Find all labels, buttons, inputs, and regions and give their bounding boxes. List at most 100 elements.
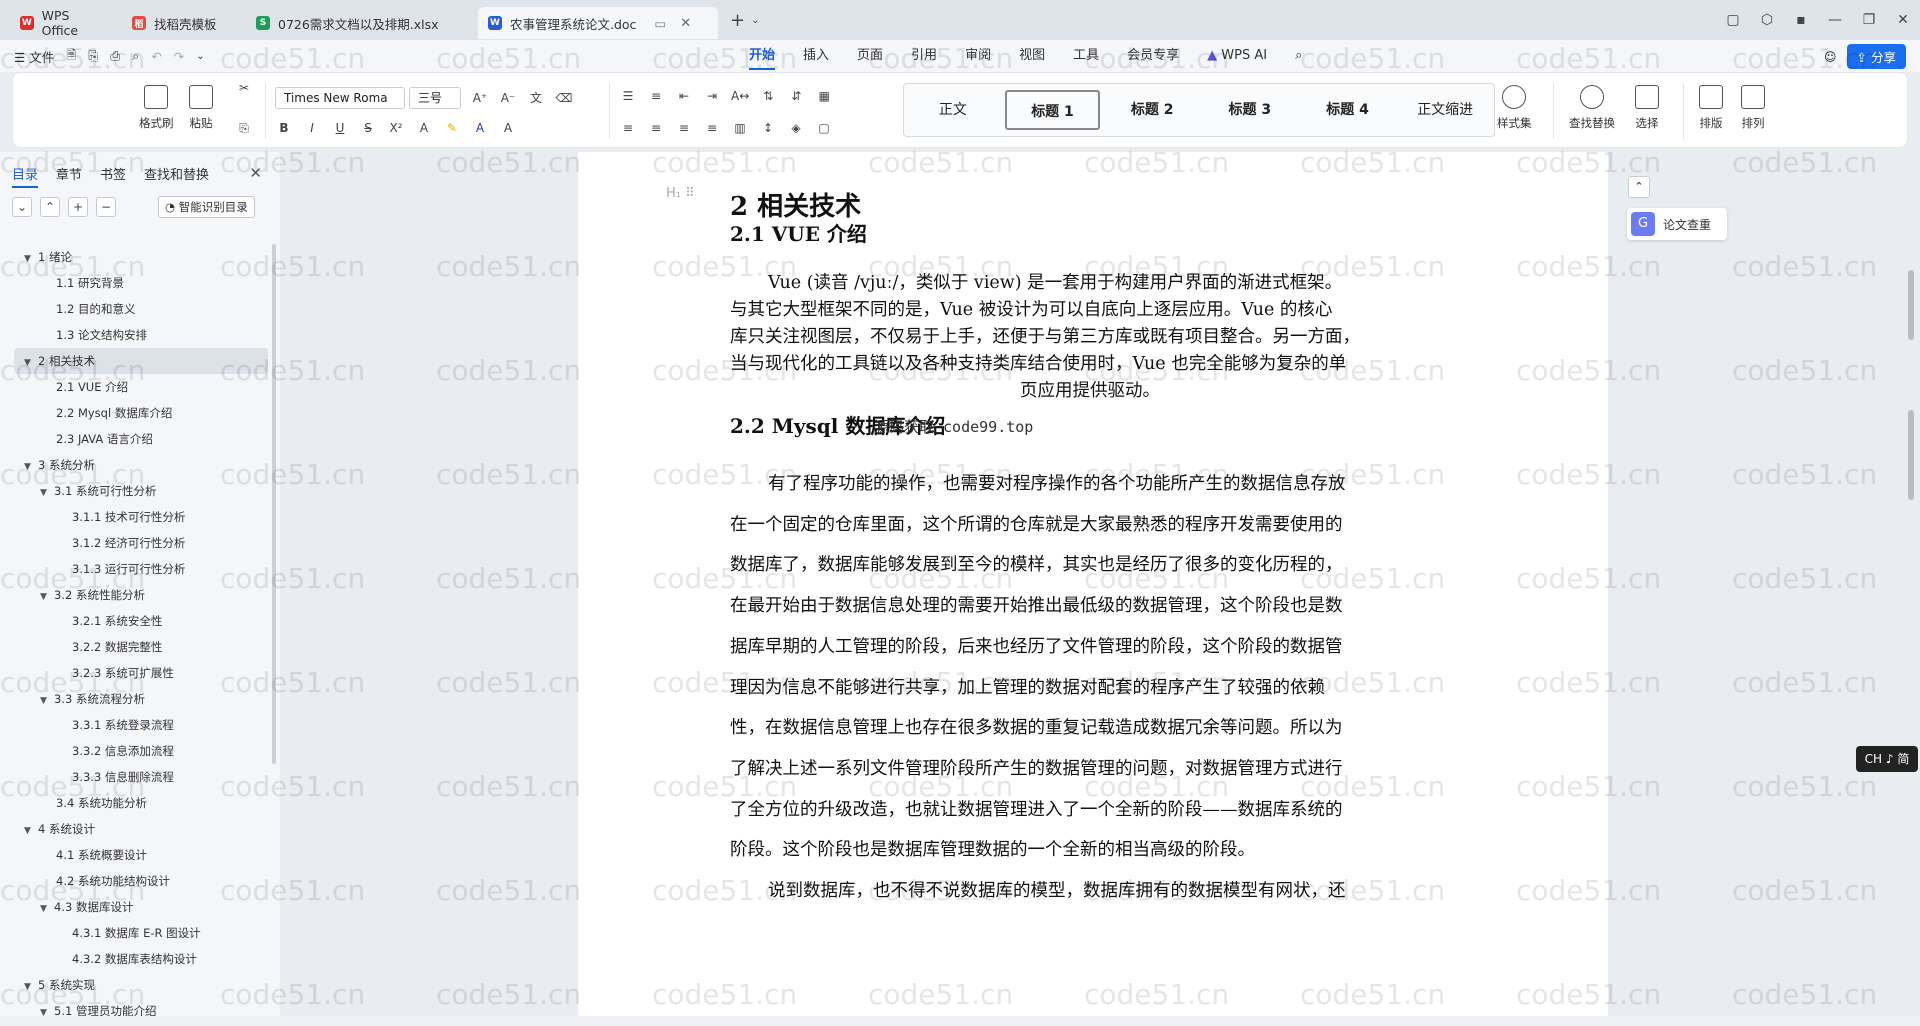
style-heading-4[interactable]: 标题 4 xyxy=(1302,90,1394,130)
save-icon[interactable]: 🗎 xyxy=(66,46,76,67)
border-icon[interactable]: ▢ xyxy=(815,121,833,135)
tab-review[interactable]: 审阅 xyxy=(951,40,1005,72)
shading-icon[interactable]: ◈ xyxy=(787,121,805,135)
toc-item[interactable]: 3.2.2 数据完整性 xyxy=(0,634,272,660)
toc-item[interactable]: ▼ 3 系统分析 xyxy=(0,452,272,478)
highlight-icon[interactable]: ✎ xyxy=(443,121,461,135)
style-body-indent[interactable]: 正文缩进 xyxy=(1399,90,1491,130)
char-scale-icon[interactable]: A↔ xyxy=(731,89,749,103)
sort-icon[interactable]: ⇅ xyxy=(759,89,777,103)
toc-item[interactable]: 4.1 系统概要设计 xyxy=(0,842,272,868)
tab-doc-active[interactable]: W 农事管理系统论文.doc ▭ ✕ xyxy=(478,7,718,39)
distributed-icon[interactable]: ▥ xyxy=(731,121,749,135)
copy-icon[interactable]: ⎘ xyxy=(235,121,253,136)
font-grow-icon[interactable]: A⁺ xyxy=(471,91,489,105)
find-replace-button[interactable]: 查找替换 xyxy=(1569,73,1615,131)
format-painter-button[interactable]: 格式刷 xyxy=(139,73,174,131)
export-icon[interactable]: ⎘ xyxy=(88,48,98,64)
toc-item[interactable]: 3.2.1 系统安全性 xyxy=(0,608,272,634)
undo-icon[interactable]: ↶ xyxy=(151,49,161,64)
close-window-icon[interactable]: ✕ xyxy=(1886,12,1920,28)
tab-xlsx[interactable]: S 0726需求文档以及排期.xlsx xyxy=(246,7,474,39)
toc-item[interactable]: ▼ 4 系统设计 xyxy=(0,816,272,842)
tab-bookmark[interactable]: 书签 xyxy=(100,164,126,188)
align-center-icon[interactable]: ≡ xyxy=(647,121,665,135)
new-tab-icon[interactable]: + xyxy=(730,10,745,31)
layout-button[interactable]: 排版 xyxy=(1699,73,1723,131)
toc-item[interactable]: 3.2.3 系统可扩展性 xyxy=(0,660,272,686)
toc-scrollbar[interactable] xyxy=(272,244,276,764)
tab-docer-template[interactable]: 稻 找稻壳模板 xyxy=(122,7,242,39)
toc-item[interactable]: 3.3.3 信息删除流程 xyxy=(0,764,272,790)
text-direction-icon[interactable]: ⇵ xyxy=(787,89,805,103)
toc-item[interactable]: 3.3.1 系统登录流程 xyxy=(0,712,272,738)
indent-icon[interactable]: ⇥ xyxy=(703,89,721,103)
restore-icon[interactable]: ❐ xyxy=(1852,12,1886,28)
bullet-list-icon[interactable]: ☰ xyxy=(619,89,637,103)
toc-item[interactable]: 3.1.1 技术可行性分析 xyxy=(0,504,272,530)
toc-item[interactable]: 3.4 系统功能分析 xyxy=(0,790,272,816)
document-scrollbar[interactable] xyxy=(1908,160,1914,1010)
expand-arrow-icon[interactable]: ▼ xyxy=(40,584,54,610)
style-heading-3[interactable]: 标题 3 xyxy=(1204,90,1296,130)
tab-insert[interactable]: 插入 xyxy=(789,40,843,72)
toc-item[interactable]: 2.3 JAVA 语言介绍 xyxy=(0,426,272,452)
toc-item[interactable]: ▼ 4.3 数据库设计 xyxy=(0,894,272,920)
close-pane-icon[interactable]: ✕ xyxy=(249,164,262,182)
tab-view[interactable]: 视图 xyxy=(1005,40,1059,72)
justify-icon[interactable]: ≡ xyxy=(703,121,721,135)
chat-icon[interactable]: ☺ xyxy=(1824,50,1837,64)
expand-arrow-icon[interactable]: ▼ xyxy=(40,688,54,714)
toc-item[interactable]: 3.1.2 经济可行性分析 xyxy=(0,530,272,556)
font-name-select[interactable]: Times New Roma xyxy=(275,87,405,109)
minimize-icon[interactable]: — xyxy=(1818,12,1852,28)
expand-arrow-icon[interactable]: ▼ xyxy=(24,454,38,480)
toc-item[interactable]: 2.2 Mysql 数据库介绍 xyxy=(0,400,272,426)
expand-arrow-icon[interactable]: ▼ xyxy=(40,896,54,922)
toc-item[interactable]: ▼ 3.1 系统可行性分析 xyxy=(0,478,272,504)
toc-item[interactable]: 3.3.2 信息添加流程 xyxy=(0,738,272,764)
strikethrough-icon[interactable]: S xyxy=(359,121,377,135)
line-spacing-icon[interactable]: ↕ xyxy=(759,121,777,135)
smart-toc-button[interactable]: ◔ 智能识别目录 xyxy=(158,196,255,218)
wps-ai-button[interactable]: ▲ WPS AI xyxy=(1193,40,1281,72)
font-color-icon[interactable]: A xyxy=(471,121,489,135)
paper-check-button[interactable]: G 论文查重 xyxy=(1627,208,1727,240)
tab-member[interactable]: 会员专享 xyxy=(1113,40,1193,72)
remove-icon[interactable]: − xyxy=(96,197,116,217)
font-shrink-icon[interactable]: A⁻ xyxy=(499,91,517,105)
font-size-select[interactable]: 三号 xyxy=(409,87,461,109)
expand-arrow-icon[interactable]: ▼ xyxy=(24,818,38,844)
toc-item[interactable]: 3.1.3 运行可行性分析 xyxy=(0,556,272,582)
tab-page[interactable]: 页面 xyxy=(843,40,897,72)
style-normal[interactable]: 正文 xyxy=(907,90,999,130)
print-icon[interactable]: ⎙ xyxy=(110,48,120,64)
tab-tools[interactable]: 工具 xyxy=(1059,40,1113,72)
tab-find-replace[interactable]: 查找和替换 xyxy=(144,164,209,188)
toc-item[interactable]: 2.1 VUE 介绍 xyxy=(0,374,272,400)
toc-item[interactable]: 1.3 论文结构安排 xyxy=(0,322,272,348)
style-heading-1[interactable]: 标题 1 xyxy=(1004,90,1101,130)
toc-item[interactable]: 1.2 目的和意义 xyxy=(0,296,272,322)
tab-wps-office[interactable]: W WPS Office xyxy=(10,7,118,39)
expand-arrow-icon[interactable]: ▼ xyxy=(24,350,38,376)
tab-chapter[interactable]: 章节 xyxy=(56,164,82,188)
underline-icon[interactable]: U xyxy=(331,121,349,135)
char-shading-icon[interactable]: A xyxy=(499,121,517,135)
toc-item[interactable]: ▼ 1 绪论 xyxy=(0,244,272,270)
chevron-down-icon[interactable]: ⌄ xyxy=(751,15,759,26)
file-menu[interactable]: ☰ 文件 xyxy=(14,47,54,66)
expand-arrow-icon[interactable]: ▼ xyxy=(24,974,38,1000)
chevron-down-icon[interactable]: ⌄ xyxy=(196,51,204,62)
style-heading-2[interactable]: 标题 2 xyxy=(1106,90,1198,130)
preview-icon[interactable]: ⌕ xyxy=(132,48,139,64)
toc-item[interactable]: 4.2 系统功能结构设计 xyxy=(0,868,272,894)
avatar[interactable]: ▪ xyxy=(1784,12,1818,28)
align-right-icon[interactable]: ≡ xyxy=(675,121,693,135)
search-icon[interactable]: ⌕ xyxy=(1281,40,1316,72)
toc-item[interactable]: 1.1 研究背景 xyxy=(0,270,272,296)
add-icon[interactable]: + xyxy=(68,197,88,217)
paste-button[interactable]: 粘贴 xyxy=(189,73,213,131)
cube-icon[interactable]: ⬡ xyxy=(1750,12,1784,28)
redo-icon[interactable]: ↷ xyxy=(174,49,184,64)
